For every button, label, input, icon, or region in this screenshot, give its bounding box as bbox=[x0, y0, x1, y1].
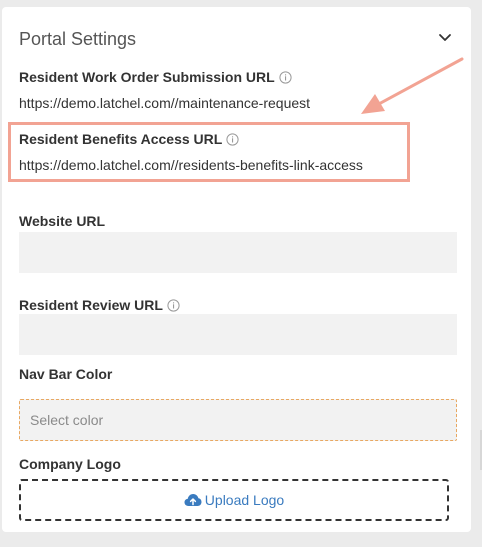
review-url-label: Resident Review URL bbox=[19, 297, 180, 313]
work-order-url-value[interactable]: https://demo.latchel.com//maintenance-re… bbox=[19, 95, 310, 111]
panel-header[interactable]: Portal Settings bbox=[19, 29, 457, 55]
company-logo-label: Company Logo bbox=[19, 456, 121, 472]
cloud-upload-icon bbox=[184, 494, 202, 506]
review-url-label-text: Resident Review URL bbox=[19, 297, 163, 313]
info-icon[interactable] bbox=[167, 299, 180, 312]
website-url-label: Website URL bbox=[19, 213, 106, 229]
website-url-input[interactable] bbox=[19, 232, 457, 273]
chevron-down-icon[interactable] bbox=[437, 30, 453, 46]
work-order-url-label: Resident Work Order Submission URL bbox=[19, 69, 292, 85]
upload-logo-label: Upload Logo bbox=[204, 492, 285, 508]
work-order-url-label-text: Resident Work Order Submission URL bbox=[19, 69, 275, 85]
annotation-arrow-icon bbox=[361, 57, 464, 114]
highlight-annotation-box bbox=[8, 122, 410, 182]
info-icon[interactable] bbox=[279, 71, 292, 84]
panel-title: Portal Settings bbox=[19, 29, 137, 49]
upload-logo-button[interactable]: Upload Logo bbox=[19, 479, 449, 521]
review-url-input[interactable] bbox=[19, 314, 457, 355]
nav-bar-color-select[interactable]: Select color bbox=[19, 399, 457, 441]
nav-bar-color-label: Nav Bar Color bbox=[19, 366, 113, 382]
